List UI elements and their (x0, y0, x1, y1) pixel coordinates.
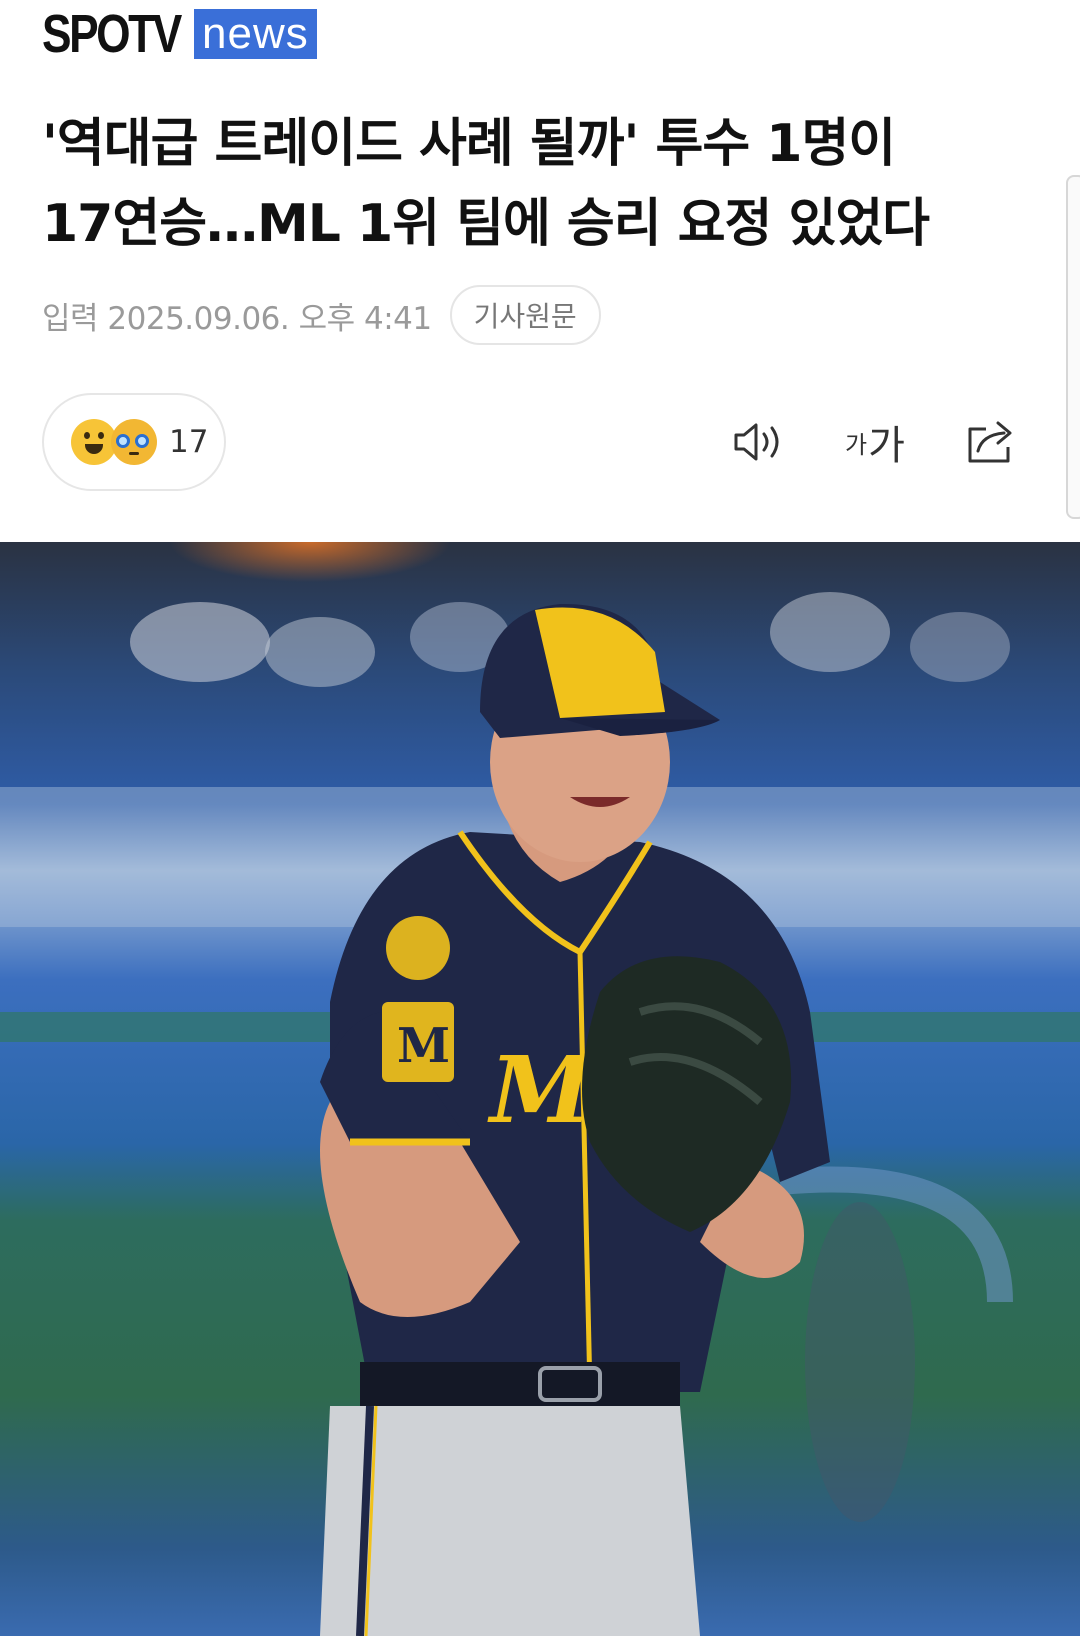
font-size-small-label: 가 (845, 430, 868, 459)
glasses-face-icon (111, 419, 157, 465)
font-size-large-label: 가 (868, 423, 905, 469)
share-button[interactable] (962, 410, 1022, 474)
text-to-speech-button[interactable] (728, 410, 788, 474)
spotv-news-logo[interactable]: SPOTV news (42, 4, 317, 64)
svg-text:M: M (397, 1018, 450, 1074)
speaker-icon (734, 423, 779, 461)
logo-wordmark: SPOTV (42, 4, 182, 64)
pitcher-illustration: Milw M (0, 592, 1080, 1636)
reaction-count: 17 (169, 424, 209, 460)
article-photo: Milw M (0, 542, 1080, 1636)
original-article-button[interactable]: 기사원문 (449, 285, 601, 345)
logo-news-badge: news (194, 9, 317, 59)
headline-line-2: 17연승…ML 1위 팀에 승리 요정 있었다 (42, 194, 930, 254)
font-size-button[interactable]: 가 가 (840, 410, 910, 474)
publish-date: 입력 2025.09.06. 오후 4:41 (42, 300, 432, 337)
article-meta: 입력 2025.09.06. 오후 4:41 기사원문 (42, 285, 601, 345)
side-panel-edge[interactable] (1066, 175, 1080, 519)
share-icon (968, 421, 1012, 463)
headline-line-1: '역대급 트레이드 사례 될까' 투수 1명이 (42, 114, 896, 174)
article-toolbar: 가 가 (728, 410, 1022, 474)
article-headline: '역대급 트레이드 사례 될까' 투수 1명이 17연승…ML 1위 팀에 승리… (42, 104, 1022, 264)
reaction-button[interactable]: 17 (42, 393, 226, 491)
